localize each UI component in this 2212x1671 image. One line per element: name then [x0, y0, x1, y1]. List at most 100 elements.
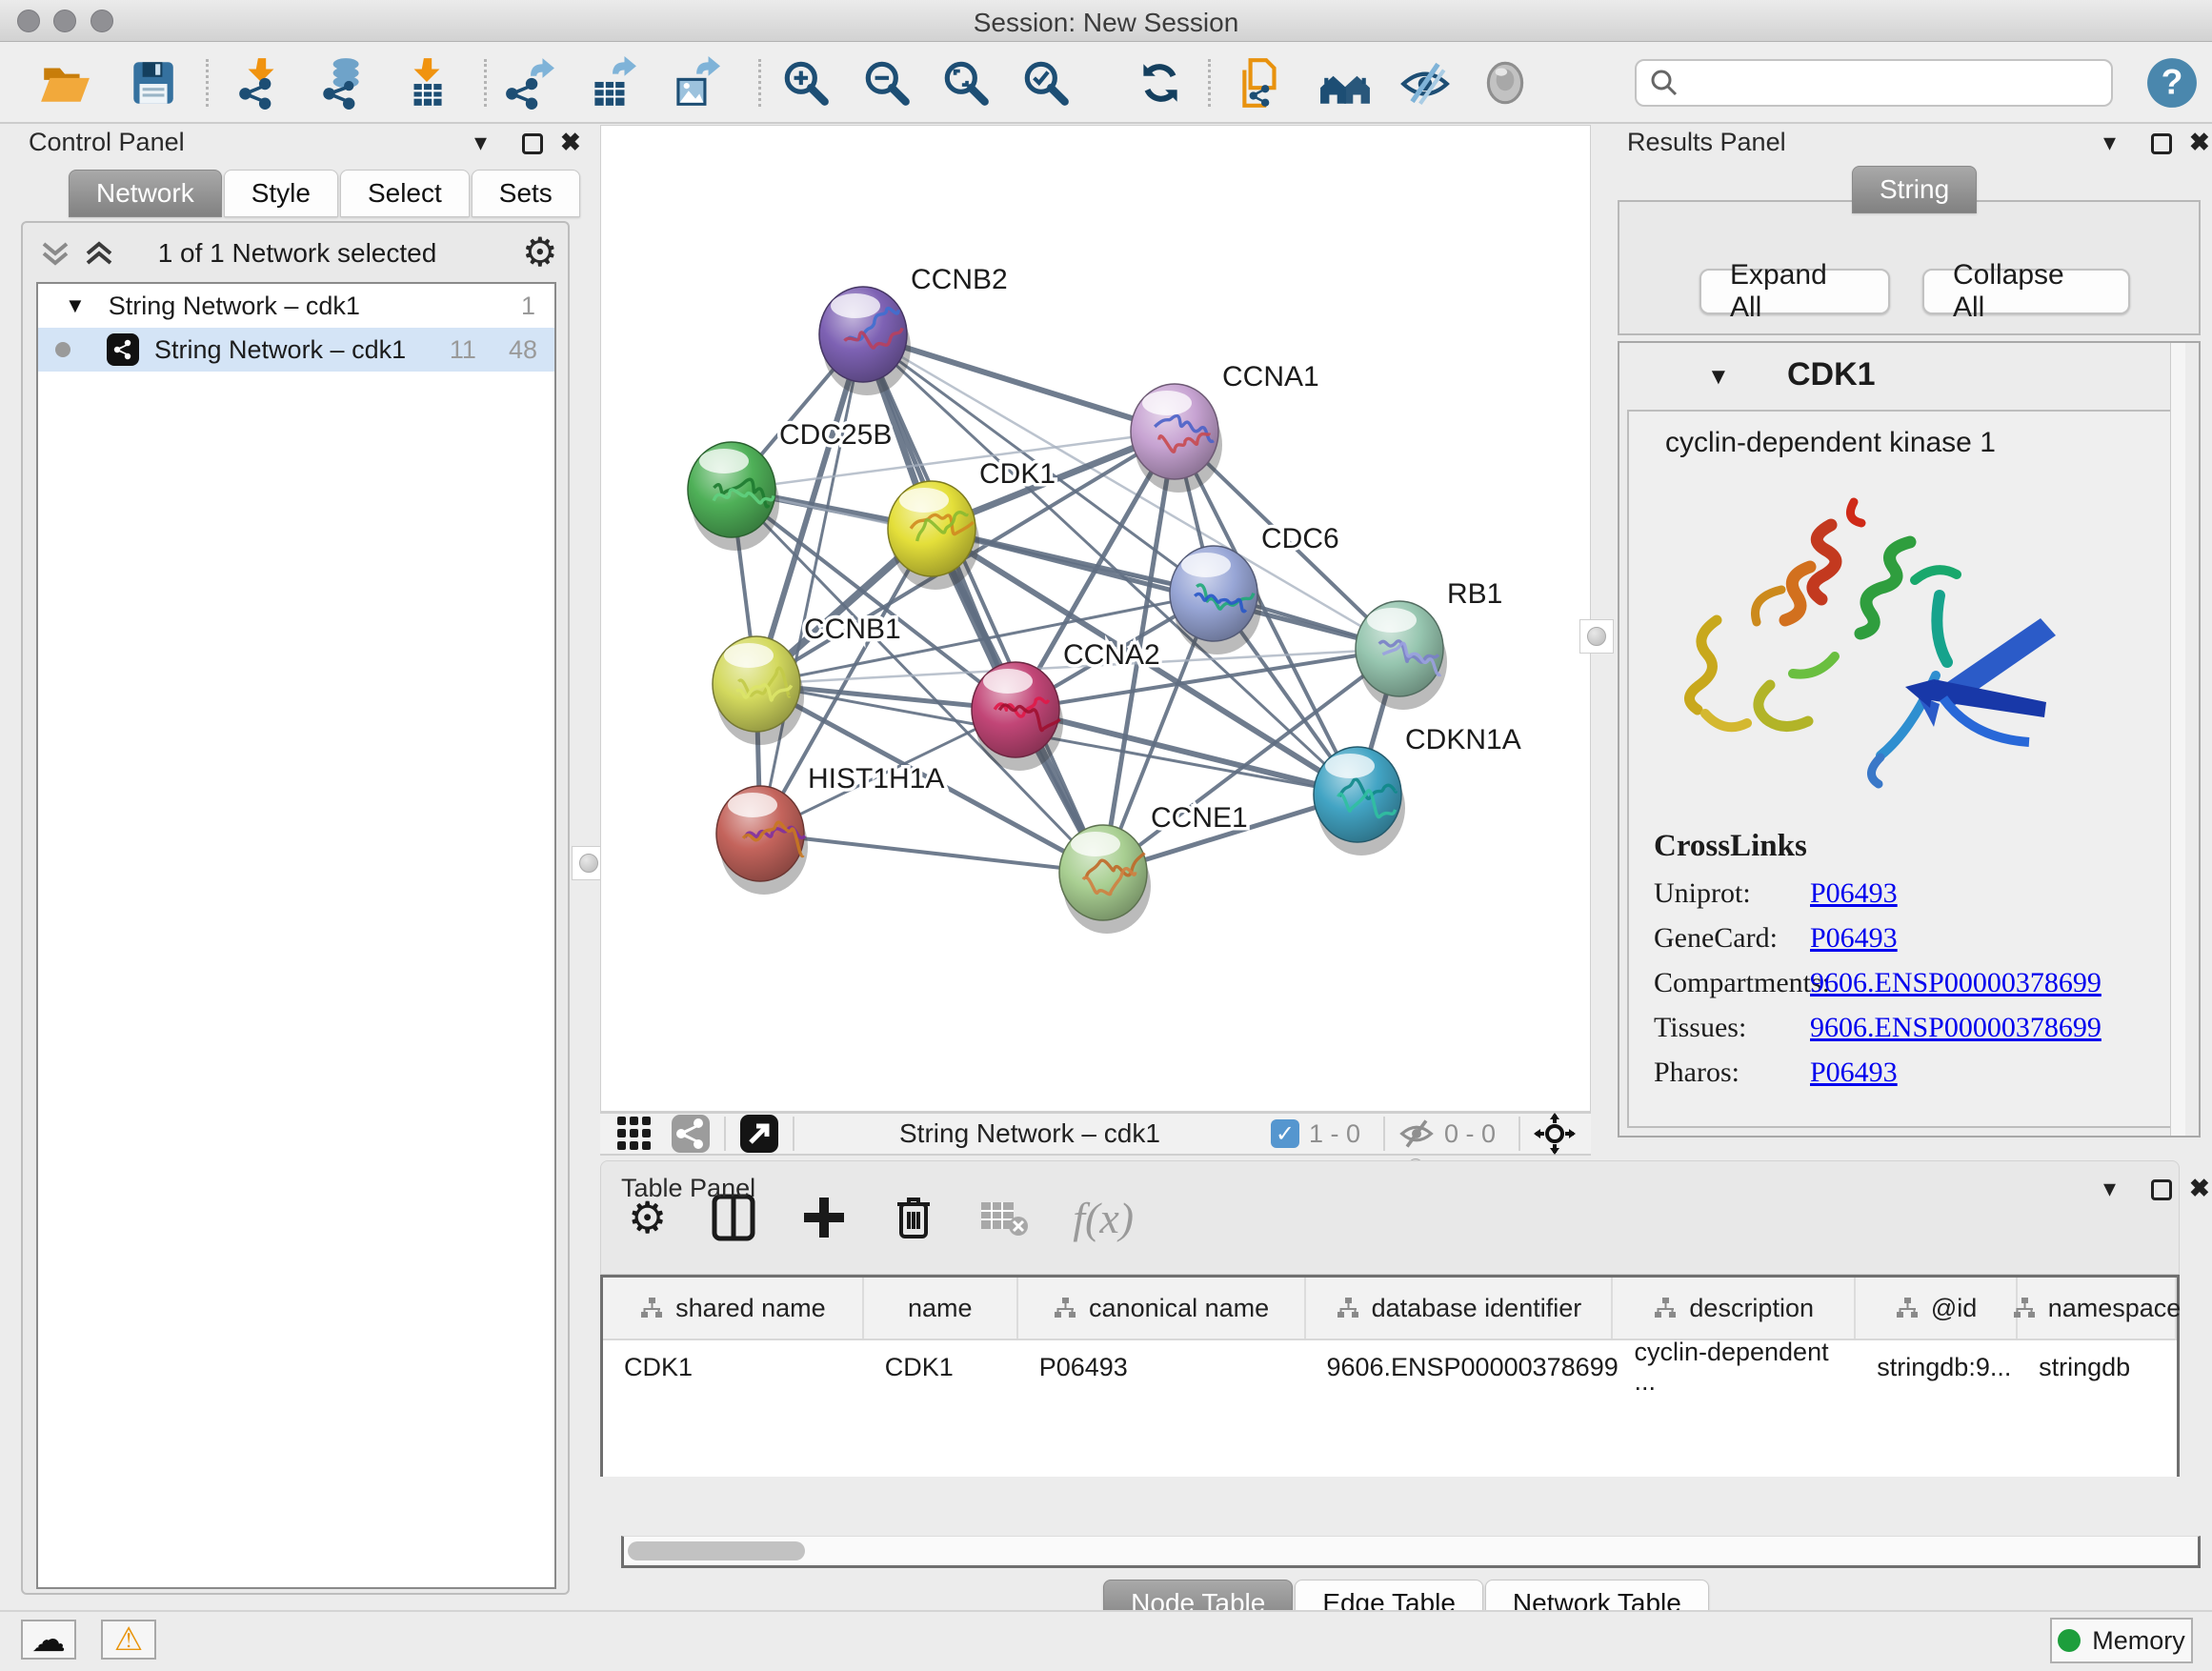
warnings-icon[interactable]: ⚠ — [101, 1620, 156, 1660]
document-share-icon[interactable] — [1235, 55, 1288, 111]
network-view-title: String Network – cdk1 — [899, 1118, 1160, 1149]
zoom-fit-icon[interactable] — [939, 55, 993, 111]
expand-all-button[interactable]: Expand All — [1699, 269, 1890, 314]
import-network-from-database-icon[interactable] — [316, 55, 370, 111]
column-header-description[interactable]: description — [1613, 1278, 1856, 1339]
network-node-CDC6[interactable] — [1170, 546, 1261, 654]
crosslink-label: Pharos: — [1629, 1057, 1810, 1089]
zoom-out-icon[interactable] — [860, 55, 914, 111]
panel-float-icon[interactable] — [522, 133, 543, 154]
add-column-icon[interactable] — [800, 1194, 848, 1241]
network-edge[interactable] — [760, 334, 863, 834]
column-header-name[interactable]: name — [864, 1278, 1018, 1339]
export-network-icon[interactable] — [503, 55, 556, 111]
fit-content-crosshair-icon[interactable] — [1534, 1113, 1576, 1155]
hide-glasses-icon[interactable] — [1398, 55, 1452, 111]
table-cell[interactable]: stringdb — [2018, 1340, 2177, 1394]
column-header-canonicalname[interactable]: canonical name — [1018, 1278, 1306, 1339]
network-node-CCNA2[interactable] — [972, 662, 1063, 771]
delete-column-icon[interactable] — [892, 1193, 935, 1242]
toolbar-search — [1635, 59, 2113, 107]
open-session-icon[interactable] — [38, 55, 91, 111]
help-icon[interactable]: ? — [2145, 55, 2199, 111]
tab-style[interactable]: Style — [224, 170, 338, 217]
crosslink-link[interactable]: 9606.ENSP00000378699 — [1810, 1012, 2101, 1044]
column-header-label: description — [1689, 1294, 1814, 1323]
protein-card-expander-icon[interactable]: ▼ — [1707, 364, 1730, 391]
network-canvas[interactable]: CCNB2CCNA1CDC25BCDK1CDC6RB1CCNB1CCNA2CDK… — [600, 125, 1591, 1112]
table-cell[interactable]: cyclin-dependent ... — [1613, 1340, 1856, 1394]
crosslink-link[interactable]: P06493 — [1810, 1057, 1898, 1089]
home-pair-icon[interactable] — [1318, 55, 1372, 111]
save-session-icon[interactable] — [126, 55, 179, 111]
protein-name: CDK1 — [1787, 356, 1876, 393]
crosslink-link[interactable]: 9606.ENSP00000378699 — [1810, 967, 2101, 999]
tab-sets[interactable]: Sets — [472, 170, 580, 217]
crosslink-link[interactable]: P06493 — [1810, 877, 1898, 910]
show-eye-icon[interactable] — [1478, 55, 1532, 111]
column-header-id[interactable]: @id — [1856, 1278, 2018, 1339]
panel-float-icon[interactable] — [2151, 1179, 2172, 1200]
collapse-all-button[interactable]: Collapse All — [1922, 269, 2130, 314]
collection-expander-icon[interactable]: ▼ — [65, 293, 86, 318]
window-title: Session: New Session — [0, 8, 2212, 38]
open-in-window-icon[interactable] — [739, 1114, 779, 1154]
results-scrollbar[interactable] — [2170, 343, 2185, 1136]
panel-close-icon[interactable]: ✖ — [560, 130, 581, 154]
panel-float-icon[interactable] — [2151, 133, 2172, 154]
tab-network[interactable]: Network — [69, 170, 222, 217]
network-row[interactable]: String Network – cdk1 11 48 — [38, 328, 554, 372]
network-collection-row[interactable]: ▼ String Network – cdk1 1 — [38, 284, 554, 328]
table-row[interactable]: CDK1CDK1P064939606.ENSP00000378699cyclin… — [603, 1340, 2177, 1394]
network-node-CCNB1[interactable] — [713, 636, 804, 745]
zoom-in-icon[interactable] — [779, 55, 833, 111]
selected-nodes-checkbox[interactable]: ✓ — [1271, 1119, 1299, 1148]
export-table-icon[interactable] — [585, 55, 638, 111]
cloud-status-icon[interactable]: ☁ — [21, 1620, 76, 1660]
table-cell[interactable]: stringdb:9... — [1856, 1340, 2018, 1394]
network-node-CCNA1[interactable] — [1131, 384, 1222, 493]
network-node-HIST1H1A[interactable] — [716, 786, 808, 895]
memory-button[interactable]: Memory — [2050, 1618, 2193, 1663]
refresh-view-icon[interactable] — [1134, 55, 1187, 111]
column-header-sharedname[interactable]: shared name — [603, 1278, 864, 1339]
scrollbar-thumb[interactable] — [628, 1541, 805, 1560]
panel-close-icon[interactable]: ✖ — [2189, 130, 2210, 154]
panel-close-icon[interactable]: ✖ — [2189, 1176, 2210, 1200]
table-cell[interactable]: P06493 — [1018, 1340, 1306, 1394]
network-node-CCNE1[interactable] — [1059, 825, 1151, 934]
panel-collapse-icon[interactable]: ▾ — [2103, 130, 2116, 154]
table-cell[interactable]: CDK1 — [603, 1340, 864, 1394]
table-cell[interactable]: 9606.ENSP00000378699 — [1305, 1340, 1613, 1394]
protein-details: cyclin-dependent kinase 1 — [1627, 410, 2180, 1128]
panel-collapse-icon[interactable]: ▾ — [474, 130, 487, 154]
toolbar-separator — [793, 1117, 794, 1151]
search-input[interactable] — [1680, 64, 2111, 102]
birds-eye-view-icon[interactable] — [671, 1114, 711, 1154]
selected-counts: 1 - 0 — [1309, 1119, 1360, 1149]
import-table-from-file-icon[interactable] — [400, 55, 453, 111]
grid-view-icon[interactable] — [615, 1115, 654, 1153]
network-node-CDKN1A[interactable] — [1314, 747, 1405, 856]
crosslink-link[interactable]: P06493 — [1810, 922, 1898, 955]
panel-collapse-icon[interactable]: ▾ — [2103, 1176, 2116, 1200]
column-header-namespace[interactable]: namespace — [2018, 1278, 2177, 1339]
zoom-selected-icon[interactable] — [1019, 55, 1073, 111]
toolbar-separator — [1383, 1117, 1385, 1151]
column-header-label: database identifier — [1372, 1294, 1582, 1323]
tab-string[interactable]: String — [1852, 166, 1977, 213]
network-node-RB1[interactable] — [1356, 601, 1447, 710]
table-cell[interactable]: CDK1 — [864, 1340, 1018, 1394]
export-image-icon[interactable] — [667, 55, 720, 111]
hidden-items-eye-slash-icon[interactable] — [1398, 1116, 1435, 1152]
tab-select[interactable]: Select — [340, 170, 470, 217]
network-node-CDK1[interactable] — [888, 481, 979, 590]
network-node-CCNB2[interactable] — [819, 287, 911, 395]
network-edge[interactable] — [760, 834, 1103, 873]
column-header-databaseidentifier[interactable]: database identifier — [1306, 1278, 1614, 1339]
table-horizontal-scrollbar[interactable] — [621, 1536, 2201, 1568]
import-network-from-file-icon[interactable] — [234, 55, 288, 111]
network-node-CDC25B[interactable] — [688, 442, 779, 551]
network-options-gear-icon[interactable]: ⚙ — [522, 229, 558, 275]
network-status-dot — [55, 342, 70, 357]
